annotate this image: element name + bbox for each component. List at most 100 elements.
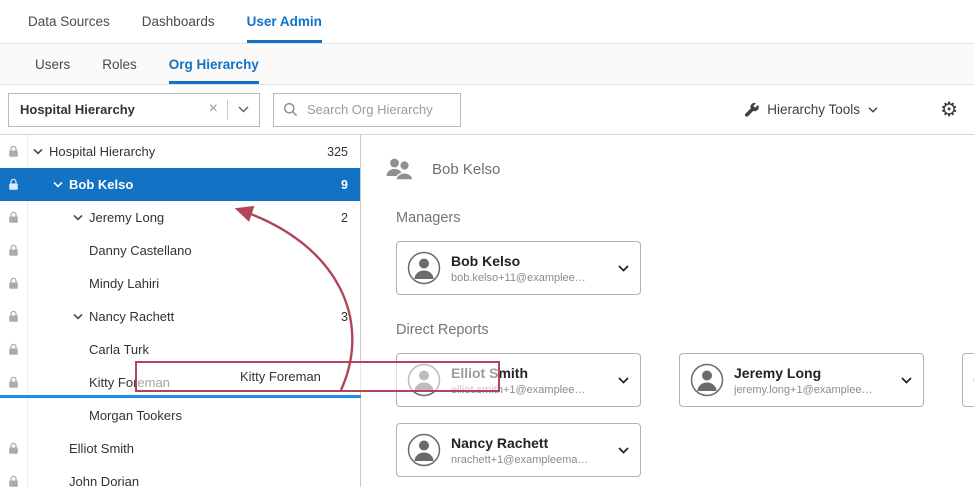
card-chevron-down-icon[interactable]	[616, 263, 631, 274]
tree-row-morgan-tookers[interactable]: Morgan Tookers	[0, 399, 360, 432]
drop-indicator-line	[0, 395, 361, 398]
tree-node-label: Nancy Rachett	[88, 309, 174, 324]
search-input[interactable]	[305, 101, 451, 118]
lock-icon[interactable]	[0, 234, 28, 267]
tree-node-label: Hospital Hierarchy	[48, 144, 155, 159]
tree-indent	[28, 465, 68, 487]
expander-chevron-down-icon[interactable]	[48, 181, 68, 188]
org-search-box	[273, 93, 461, 127]
person-card-partial[interactable]	[962, 353, 974, 407]
org-tree-panel: Hospital Hierarchy 325 Bob Kelso 9 Jeremy Lo…	[0, 135, 361, 487]
tree-row-bob-kelso[interactable]: Bob Kelso 9	[0, 168, 360, 201]
tree-row-nancy-rachett[interactable]: Nancy Rachett 3	[0, 300, 360, 333]
hierarchy-tools-button[interactable]: Hierarchy Tools	[744, 102, 878, 117]
hierarchy-select[interactable]: Hospital Hierarchy ×	[8, 93, 260, 127]
lock-icon[interactable]	[0, 135, 28, 168]
subnav-tab-users[interactable]: Users	[35, 44, 70, 84]
tree-row-john-dorian[interactable]: John Dorian	[0, 465, 360, 487]
tree-indent	[28, 267, 88, 300]
select-divider	[227, 100, 228, 120]
detail-title: Bob Kelso	[432, 161, 500, 178]
tree-node-label: Mindy Lahiri	[88, 276, 159, 291]
descendant-count: 9	[341, 178, 360, 192]
person-info: Nancy Rachett nrachett+1@exampleema…	[451, 435, 606, 466]
toolbar-right: Hierarchy Tools ⚙	[744, 100, 962, 120]
detail-header: Bob Kelso	[383, 151, 974, 187]
person-card-bob-kelso[interactable]: Bob Kelso bob.kelso+11@examplee…	[396, 241, 641, 295]
cards-grid: Bob Kelso bob.kelso+11@examplee…	[396, 241, 974, 295]
subnav-tab-org-hierarchy[interactable]: Org Hierarchy	[169, 44, 259, 84]
person-name: Nancy Rachett	[451, 435, 606, 451]
hierarchy-tools-label: Hierarchy Tools	[767, 102, 860, 117]
tree-indent	[28, 300, 68, 333]
tree-node-label: Bob Kelso	[68, 177, 133, 192]
descendant-count: 325	[327, 145, 360, 159]
person-name: Jeremy Long	[734, 365, 889, 381]
tree-row-mindy-lahiri[interactable]: Mindy Lahiri	[0, 267, 360, 300]
tree-indent	[28, 432, 68, 465]
card-chevron-down-icon[interactable]	[616, 445, 631, 456]
lock-icon[interactable]	[0, 465, 28, 487]
lock-icon[interactable]	[0, 201, 28, 234]
lock-icon[interactable]	[0, 300, 28, 333]
expander-chevron-down-icon[interactable]	[68, 214, 88, 221]
lock-icon[interactable]	[0, 432, 28, 465]
tree-indent	[28, 333, 88, 366]
section-heading: Managers	[396, 209, 974, 227]
person-email: jeremy.long+1@examplee…	[734, 384, 889, 396]
avatar-icon	[690, 363, 724, 397]
lock-cell-empty	[0, 399, 28, 432]
tree-indent	[28, 168, 48, 201]
lock-icon[interactable]	[0, 168, 28, 201]
person-card-nancy-rachett[interactable]: Nancy Rachett nrachett+1@exampleema…	[396, 423, 641, 477]
topnav-item-user-admin[interactable]: User Admin	[247, 0, 322, 43]
avatar-icon	[407, 251, 441, 285]
tree-indent	[28, 234, 88, 267]
card-chevron-down-icon[interactable]	[616, 375, 631, 386]
tree-node-label: Elliot Smith	[68, 441, 134, 456]
top-nav-bar: Data Sources Dashboards User Admin	[0, 0, 974, 44]
tree-node-label: John Dorian	[68, 474, 139, 487]
subnav-tab-roles[interactable]: Roles	[102, 44, 137, 84]
section-direct-reports: Direct ReportsElliot Smithelliot.smith+1…	[396, 321, 974, 477]
person-card-jeremy-long[interactable]: Jeremy Long jeremy.long+1@examplee…	[679, 353, 924, 407]
clear-x-icon[interactable]: ×	[205, 101, 227, 119]
section-managers: Managers Bob Kelso bob.kelso+11@examplee…	[396, 209, 974, 295]
search-icon	[283, 102, 298, 117]
descendant-count: 3	[341, 310, 360, 324]
detail-sections: Managers Bob Kelso bob.kelso+11@examplee… D…	[383, 209, 974, 477]
toolbar: Hospital Hierarchy × Hierarchy Tools ⚙	[0, 85, 974, 135]
person-info: Jeremy Long jeremy.long+1@examplee…	[734, 365, 889, 396]
expander-chevron-down-icon[interactable]	[68, 313, 88, 320]
lock-icon[interactable]	[0, 267, 28, 300]
tree-row-danny-castellano[interactable]: Danny Castellano	[0, 234, 360, 267]
descendant-count: 2	[341, 211, 360, 225]
org-people-icon	[383, 156, 415, 182]
expander-chevron-down-icon[interactable]	[28, 148, 48, 155]
tree-node-label: Jeremy Long	[88, 210, 164, 225]
topnav-item-data-sources[interactable]: Data Sources	[28, 0, 110, 43]
avatar-icon	[407, 433, 441, 467]
tree-indent	[28, 201, 68, 234]
person-email: bob.kelso+11@examplee…	[451, 272, 606, 284]
drag-ghost-label: Kitty Foreman	[240, 369, 321, 384]
tree-indent	[28, 399, 88, 432]
select-chevron-down-icon[interactable]	[236, 104, 251, 115]
content-area: Hospital Hierarchy 325 Bob Kelso 9 Jeremy Lo…	[0, 135, 974, 487]
card-chevron-down-icon[interactable]	[899, 375, 914, 386]
tree-node-label: Danny Castellano	[88, 243, 192, 258]
person-email: nrachett+1@exampleema…	[451, 454, 606, 466]
tree-row-elliot-smith[interactable]: Elliot Smith	[0, 432, 360, 465]
tree-node-label: Morgan Tookers	[88, 408, 182, 423]
person-info: Bob Kelso bob.kelso+11@examplee…	[451, 253, 606, 284]
drag-ghost: Kitty Foreman	[135, 361, 500, 392]
gear-icon[interactable]: ⚙	[940, 100, 958, 120]
person-name: Bob Kelso	[451, 253, 606, 269]
org-hierarchy-app: Data Sources Dashboards User Admin Users Ro…	[0, 0, 974, 487]
tree-row-jeremy-long[interactable]: Jeremy Long 2	[0, 201, 360, 234]
lock-icon[interactable]	[0, 333, 28, 366]
topnav-item-dashboards[interactable]: Dashboards	[142, 0, 215, 43]
detail-panel: Bob Kelso Managers Bob Kelso bob.kelso+11@…	[361, 135, 974, 487]
tree-row-hospital-hierarchy[interactable]: Hospital Hierarchy 325	[0, 135, 360, 168]
section-heading: Direct Reports	[396, 321, 974, 339]
